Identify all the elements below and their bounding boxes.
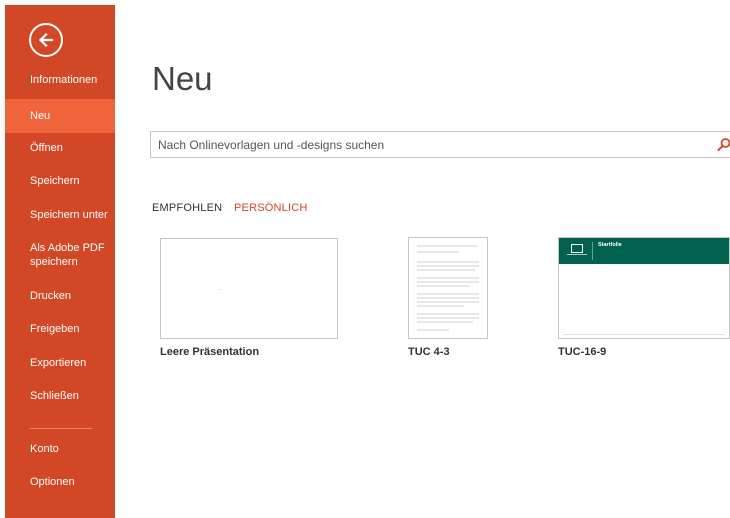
back-arrow-icon xyxy=(38,32,54,48)
sidebar-divider xyxy=(30,428,92,429)
template-search-box xyxy=(150,131,730,158)
university-logo-icon xyxy=(571,244,583,253)
template-thumbnail-tuc-4-3[interactable] xyxy=(408,237,488,339)
logo-subtext-line xyxy=(567,254,587,255)
sidebar-item-exportieren[interactable]: Exportieren xyxy=(5,356,115,370)
sidebar-item-konto[interactable]: Konto xyxy=(5,442,115,456)
blank-slide-dot xyxy=(219,289,220,290)
sidebar-item-speichern-unter[interactable]: Speichern unter xyxy=(5,208,115,222)
template-thumbnail-tuc-16-9[interactable]: Startfolie xyxy=(558,237,730,339)
template-header-bar: Startfolie xyxy=(559,238,729,264)
sidebar-item-speichern[interactable]: Speichern xyxy=(5,174,115,188)
category-persoenlich-tab[interactable]: PERSÖNLICH xyxy=(234,202,308,214)
template-label-tuc-16-9[interactable]: TUC-16-9 xyxy=(558,346,606,358)
header-divider xyxy=(592,242,593,260)
category-empfohlen-tab[interactable]: EMPFOHLEN xyxy=(152,202,222,214)
page-title: Neu xyxy=(152,60,213,97)
sidebar-item-informationen[interactable]: Informationen xyxy=(5,73,115,87)
sidebar-item-schliessen[interactable]: Schließen xyxy=(5,389,115,403)
template-label-leere-praesentation[interactable]: Leere Präsentation xyxy=(160,346,259,358)
document-lines-graphic xyxy=(417,245,479,331)
search-icon[interactable] xyxy=(716,137,730,153)
template-header-title: Startfolie xyxy=(598,242,622,248)
template-thumbnail-leere-praesentation[interactable] xyxy=(160,238,338,339)
sidebar-item-als-adobe-pdf-speichern[interactable]: Als Adobe PDF speichern xyxy=(5,241,113,269)
template-search-input[interactable] xyxy=(151,132,708,157)
sidebar-item-freigeben[interactable]: Freigeben xyxy=(5,322,115,336)
sidebar-item-neu[interactable]: Neu xyxy=(5,99,115,133)
sidebar-item-drucken[interactable]: Drucken xyxy=(5,289,115,303)
template-footer-line xyxy=(563,334,725,335)
backstage-sidebar: Informationen Neu Öffnen Speichern Speic… xyxy=(5,5,115,518)
sidebar-item-oeffnen[interactable]: Öffnen xyxy=(5,141,115,155)
back-button[interactable] xyxy=(29,23,63,57)
sidebar-item-optionen[interactable]: Optionen xyxy=(5,475,115,489)
template-label-tuc-4-3[interactable]: TUC 4-3 xyxy=(408,346,450,358)
